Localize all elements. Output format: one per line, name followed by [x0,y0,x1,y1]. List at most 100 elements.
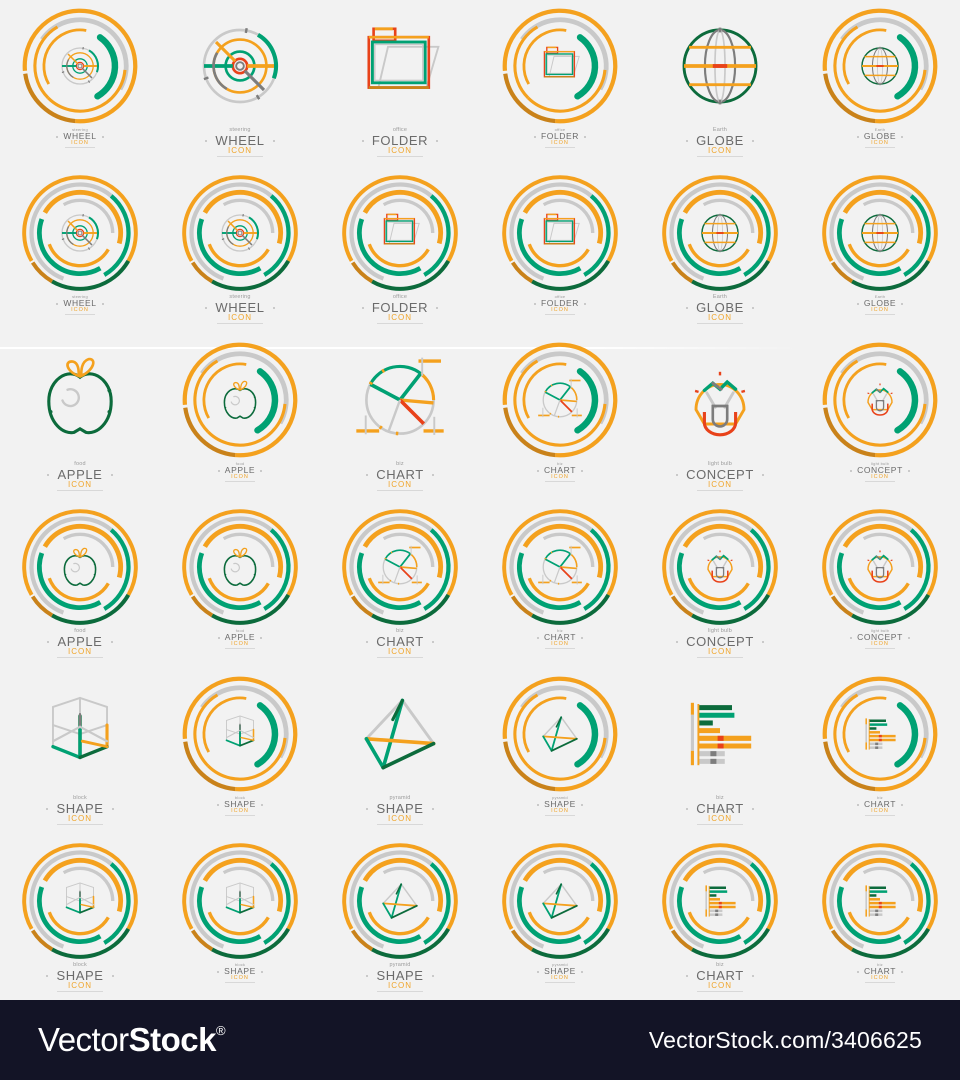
icon-cell-bulb[interactable]: light bulb CONCEPT ICON [800,501,960,668]
caption-rule [545,481,575,482]
globe-glyph [861,213,899,253]
icon-cell-chart[interactable]: biz CHART ICON [640,668,800,835]
folder-glyph [383,213,420,245]
caption-title: CHART [376,633,424,649]
icon-cell-apple[interactable]: food APPLE ICON [160,334,320,501]
caption-dot-right [431,641,434,643]
caption-rule [864,648,895,649]
icon-caption: pyramid SHAPE ICON [537,796,583,816]
caption-dot-right [580,971,583,973]
icon-cell-globe[interactable]: Earth GLOBE ICON [640,0,800,167]
caption-subtitle: ICON [71,306,89,313]
bars-glyph [865,718,896,750]
icon-cell-pyramid[interactable]: pyramid SHAPE ICON [320,835,480,1002]
bulb-glyph [867,550,893,583]
icon-cell-globe[interactable]: Earth GLOBE ICON [800,167,960,334]
caption-title: CHART [696,800,744,816]
icon-caption: biz CHART ICON [856,963,904,983]
icon-cell-folder[interactable]: office FOLDER ICON [480,167,640,334]
bars-glyph [705,885,736,917]
icon-cell-chart[interactable]: biz CHART ICON [800,668,960,835]
caption-dot-right [901,136,904,138]
caption-dot-left [217,637,220,639]
icon-caption: biz CHART ICON [536,462,584,482]
caption-subtitle: ICON [67,813,92,823]
folder-icon [502,175,618,291]
pie-icon [502,509,618,625]
caption-rule [376,656,423,658]
caption-dot-right [260,971,263,973]
icon-cell-block[interactable]: block SHAPE ICON [0,835,160,1002]
icon-cell-apple[interactable]: food APPLE ICON [0,334,160,501]
icon-cell-chart[interactable]: biz CHART ICON [800,835,960,1002]
icon-cell-wheel[interactable]: steering WHEEL ICON [160,167,320,334]
icon-cell-folder[interactable]: office FOLDER ICON [320,0,480,167]
bulb-icon [662,509,778,625]
caption-title: GLOBE [696,132,744,148]
icon-cell-chart[interactable]: biz CHART ICON [320,334,480,501]
pyramid-glyph [364,698,436,770]
icon-caption: food APPLE ICON [47,461,113,491]
icon-cell-globe[interactable]: Earth GLOBE ICON [640,167,800,334]
icon-cell-apple[interactable]: food APPLE ICON [0,501,160,668]
wheel-icon [22,175,138,291]
icon-caption: Earth GLOBE ICON [856,295,904,315]
icon-caption: food APPLE ICON [217,462,263,482]
caption-dot-left [56,303,59,305]
icon-cell-wheel[interactable]: steering WHEEL ICON [0,167,160,334]
pyramid-icon [502,843,618,959]
caption-rule [376,489,423,491]
icon-cell-globe[interactable]: Earth GLOBE ICON [800,0,960,167]
caption-dot-right [761,474,764,476]
pyramid-glyph [542,883,578,919]
icon-cell-pyramid[interactable]: pyramid SHAPE ICON [320,668,480,835]
icon-cell-wheel[interactable]: steering WHEEL ICON [0,0,160,167]
caption-subtitle: ICON [707,312,732,322]
caption-subtitle: ICON [68,646,92,656]
caption-dot-right [761,641,764,643]
caption-subtitle: ICON [551,974,569,981]
icon-caption: Earth GLOBE ICON [856,128,904,148]
caption-dot-right [260,804,263,806]
icon-cell-block[interactable]: block SHAPE ICON [160,668,320,835]
caption-dot-right [580,804,583,806]
icon-cell-chart[interactable]: biz CHART ICON [480,501,640,668]
icon-cell-bulb[interactable]: light bulb CONCEPT ICON [800,334,960,501]
icon-cell-bulb[interactable]: light bulb CONCEPT ICON [640,334,800,501]
caption-subtitle: ICON [68,479,92,489]
wheel-icon [22,8,138,124]
caption-dot-left [676,641,679,643]
icon-cell-wheel[interactable]: steering WHEEL ICON [160,0,320,167]
icon-cell-block[interactable]: block SHAPE ICON [0,668,160,835]
icon-cell-chart[interactable]: biz CHART ICON [480,334,640,501]
icon-cell-folder[interactable]: office FOLDER ICON [480,0,640,167]
icon-cell-apple[interactable]: food APPLE ICON [160,501,320,668]
block-icon [182,843,298,959]
caption-title: CONCEPT [686,633,754,649]
icon-caption: light bulb CONCEPT ICON [850,462,910,482]
decor-rings [662,843,778,959]
icon-cell-block[interactable]: block SHAPE ICON [160,835,320,1002]
icon-caption: pyramid SHAPE ICON [537,963,583,983]
caption-rule [376,990,423,992]
caption-dot-left [217,804,220,806]
caption-rule [544,314,575,315]
caption-dot-left [676,474,679,476]
decor-rings [22,509,138,625]
icon-cell-chart[interactable]: biz CHART ICON [320,501,480,668]
icon-cell-bulb[interactable]: light bulb CONCEPT ICON [640,501,800,668]
caption-subtitle: ICON [227,145,252,155]
wheel-glyph [61,213,100,252]
decor-rings [822,676,938,792]
icon-cell-chart[interactable]: biz CHART ICON [640,835,800,1002]
icon-cell-folder[interactable]: office FOLDER ICON [320,167,480,334]
icon-cell-pyramid[interactable]: pyramid SHAPE ICON [480,668,640,835]
caption-rule [224,815,255,816]
caption-dot-left [46,808,49,810]
folder-glyph [543,213,580,245]
caption-dot-left [361,140,364,142]
bars-glyph [865,885,896,917]
icon-cell-pyramid[interactable]: pyramid SHAPE ICON [480,835,640,1002]
brand-part-stock: Stock [128,1021,217,1058]
icon-caption: steering WHEEL ICON [56,128,104,148]
